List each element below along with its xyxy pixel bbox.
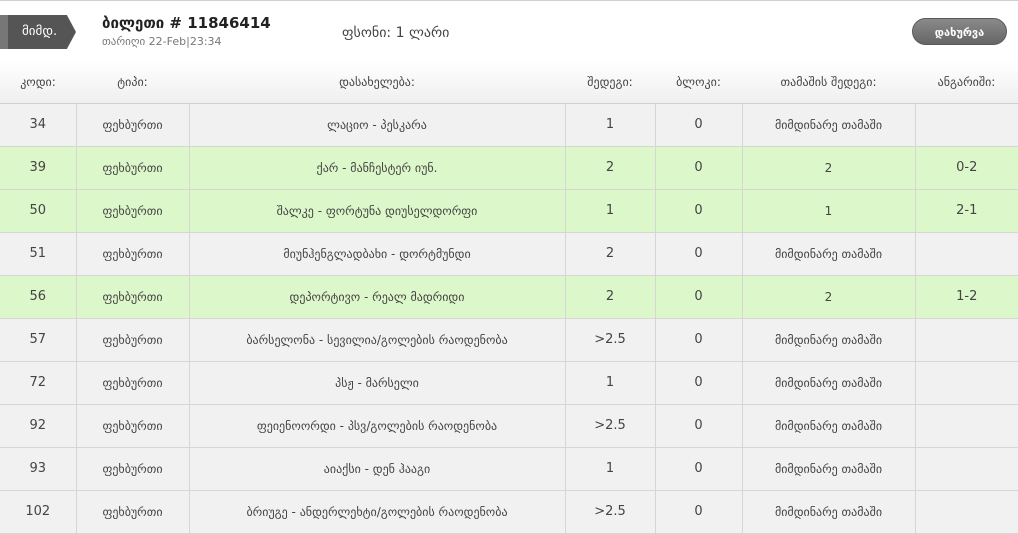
cell-code: 56 — [0, 275, 77, 319]
cell-code: 72 — [0, 361, 77, 405]
column-header-result[interactable]: შედეგი: — [565, 61, 655, 104]
cell-result: 2 — [565, 146, 656, 190]
table-row[interactable]: 92 ფეხბურთი ფეიენოორდი - პსვ/გოლების რაოდე… — [0, 404, 1018, 448]
cell-code: 57 — [0, 318, 77, 362]
cell-type: ფეხბურთი — [76, 404, 190, 448]
table-row[interactable]: 50 ფეხბურთი შალკე - ფორტუნა დიუსელდორფი 1 0 1… — [0, 189, 1018, 233]
cell-game-result: 2 — [742, 146, 916, 190]
column-header-code[interactable]: კოდი: — [0, 61, 76, 104]
cell-name: დეპორტივო - რეალ მადრიდი — [189, 275, 566, 319]
cell-type: ფეხბურთი — [76, 318, 190, 362]
cell-result: >2.5 — [565, 318, 656, 362]
cell-type: ფეხბურთი — [76, 490, 190, 534]
cell-type: ფეხბურთი — [76, 447, 190, 491]
cell-score — [915, 318, 1018, 362]
cell-score — [915, 361, 1018, 405]
table-row[interactable]: 102 ფეხბურთი ბრიუგე - ანდერლეხტი/გოლების რ… — [0, 490, 1018, 534]
ticket-title: ბილეთი # 11846414 — [102, 14, 271, 32]
table-row[interactable]: 93 ფეხბურთი აიაქსი - დენ ჰააგი 1 0 მიმდინარე … — [0, 447, 1018, 491]
cell-game-result: მიმდინარე თამაში — [742, 361, 916, 405]
cell-block: 0 — [655, 404, 743, 448]
cell-game-result: მიმდინარე თამაში — [742, 318, 916, 362]
cell-type: ფეხბურთი — [76, 189, 190, 233]
cell-code: 102 — [0, 490, 77, 534]
table-row[interactable]: 39 ფეხბურთი ქარ - მანჩესტერ იუნ. 2 0 2 0-2 — [0, 146, 1018, 190]
stake-amount: ფსონი: 1 ლარი — [342, 25, 450, 41]
cell-score — [915, 232, 1018, 276]
cell-result: 2 — [565, 232, 656, 276]
cell-score: 0-2 — [915, 146, 1018, 190]
table-row[interactable]: 51 ფეხბურთი მიუნჰენგლადბახი - დორტმუნდი 2 0 მ… — [0, 232, 1018, 276]
table-row[interactable]: 72 ფეხბურთი პსჟ - მარსელი 1 0 მიმდინარე თამაშ… — [0, 361, 1018, 405]
cell-name: ფეიენოორდი - პსვ/გოლების რაოდენობა — [189, 404, 566, 448]
cell-name: შალკე - ფორტუნა დიუსელდორფი — [189, 189, 566, 233]
cell-type: ფეხბურთი — [76, 275, 190, 319]
cell-game-result: მიმდინარე თამაში — [742, 232, 916, 276]
cell-type: ფეხბურთი — [76, 361, 190, 405]
cell-game-result: მიმდინარე თამაში — [742, 103, 916, 147]
column-header-game-result[interactable]: თამაშის შედეგი: — [742, 61, 915, 104]
table-body: 34 ფეხბურთი ლაციო - პესკარა 1 0 მიმდინარე თამ… — [0, 103, 1018, 534]
cell-block: 0 — [655, 318, 743, 362]
cell-type: ფეხბურთი — [76, 232, 190, 276]
close-button[interactable]: დახურვა — [912, 18, 1007, 45]
column-header-type[interactable]: ტიპი: — [76, 61, 189, 104]
ticket-date: თარიღი 22-Feb|23:34 — [102, 35, 222, 48]
cell-result: 1 — [565, 447, 656, 491]
cell-name: ლაციო - პესკარა — [189, 103, 566, 147]
cell-game-result: მიმდინარე თამაში — [742, 404, 916, 448]
cell-code: 93 — [0, 447, 77, 491]
column-header-name[interactable]: დასახელება: — [189, 61, 565, 104]
cell-result: 1 — [565, 189, 656, 233]
cell-block: 0 — [655, 275, 743, 319]
column-header-block[interactable]: ბლოკი: — [655, 61, 742, 104]
cell-score — [915, 404, 1018, 448]
cell-block: 0 — [655, 232, 743, 276]
cell-result: >2.5 — [565, 404, 656, 448]
cell-block: 0 — [655, 146, 743, 190]
cell-code: 51 — [0, 232, 77, 276]
cell-block: 0 — [655, 189, 743, 233]
status-tag: მიმდ. — [0, 15, 76, 49]
cell-block: 0 — [655, 447, 743, 491]
cell-score: 1-2 — [915, 275, 1018, 319]
cell-code: 92 — [0, 404, 77, 448]
table-row[interactable]: 57 ფეხბურთი ბარსელონა - სევილია/გოლების რა… — [0, 318, 1018, 362]
cell-result: 1 — [565, 103, 656, 147]
column-header-score[interactable]: ანგარიში: — [915, 61, 1018, 104]
cell-code: 39 — [0, 146, 77, 190]
cell-game-result: მიმდინარე თამაში — [742, 490, 916, 534]
cell-result: 1 — [565, 361, 656, 405]
cell-type: ფეხბურთი — [76, 146, 190, 190]
cell-block: 0 — [655, 103, 743, 147]
cell-score — [915, 103, 1018, 147]
cell-result: 2 — [565, 275, 656, 319]
bets-table: კოდი: ტიპი: დასახელება: შედეგი: ბლოკი: თ… — [0, 61, 1018, 534]
cell-name: პსჟ - მარსელი — [189, 361, 566, 405]
cell-code: 34 — [0, 103, 77, 147]
cell-block: 0 — [655, 490, 743, 534]
cell-name: ბარსელონა - სევილია/გოლების რაოდენობა — [189, 318, 566, 362]
ticket-header: მიმდ. ბილეთი # 11846414 თარიღი 22-Feb|23… — [0, 0, 1018, 60]
cell-name: მიუნჰენგლადბახი - დორტმუნდი — [189, 232, 566, 276]
cell-code: 50 — [0, 189, 77, 233]
cell-name: ბრიუგე - ანდერლეხტი/გოლების რაოდენობა — [189, 490, 566, 534]
cell-game-result: 2 — [742, 275, 916, 319]
cell-name: ქარ - მანჩესტერ იუნ. — [189, 146, 566, 190]
table-row[interactable]: 34 ფეხბურთი ლაციო - პესკარა 1 0 მიმდინარე თამ… — [0, 103, 1018, 147]
table-header-row: კოდი: ტიპი: დასახელება: შედეგი: ბლოკი: თ… — [0, 61, 1018, 104]
cell-block: 0 — [655, 361, 743, 405]
cell-name: აიაქსი - დენ ჰააგი — [189, 447, 566, 491]
cell-game-result: მიმდინარე თამაში — [742, 447, 916, 491]
cell-score — [915, 447, 1018, 491]
cell-score — [915, 490, 1018, 534]
cell-game-result: 1 — [742, 189, 916, 233]
table-row[interactable]: 56 ფეხბურთი დეპორტივო - რეალ მადრიდი 2 0 2 1-2 — [0, 275, 1018, 319]
cell-result: >2.5 — [565, 490, 656, 534]
cell-type: ფეხბურთი — [76, 103, 190, 147]
cell-score: 2-1 — [915, 189, 1018, 233]
